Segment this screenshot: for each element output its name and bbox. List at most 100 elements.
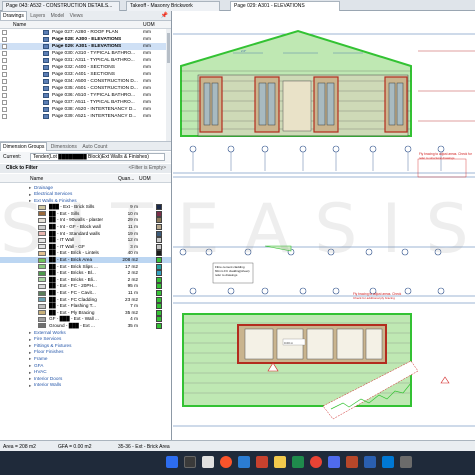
row-checkbox[interactable]	[2, 93, 7, 98]
drawing-row[interactable]: Page 038: A520 - INTERTENANCY D... mm	[0, 106, 171, 113]
tree-group[interactable]: ▸ Floor Finishes	[0, 349, 171, 356]
row-checkbox[interactable]	[2, 79, 7, 84]
drawing-row[interactable]: Page 033: A401 - SECTIONS mm	[0, 71, 171, 78]
drawing-row[interactable]: Page 030: A310 - TYPICAL BATHRO... mm	[0, 50, 171, 57]
tree-item[interactable]: ██ - Ext - Bricks - Bli... 2 m2	[0, 276, 171, 283]
excel-icon[interactable]	[292, 456, 304, 468]
item-color-box[interactable]	[156, 276, 162, 283]
column-uom[interactable]: UOM	[139, 176, 151, 182]
column-uom[interactable]: UOM	[143, 22, 155, 28]
row-checkbox[interactable]	[2, 86, 7, 91]
tree-group[interactable]: ▸ External Works	[0, 329, 171, 336]
item-color-box[interactable]	[156, 283, 162, 290]
tree-item[interactable]: ██ - IT Wall - GF 3 m	[0, 243, 171, 250]
row-checkbox[interactable]	[2, 37, 7, 42]
tab-dimensions[interactable]: Dimensions	[49, 143, 79, 151]
item-color-box[interactable]	[156, 210, 162, 217]
doc-tab-takeoff[interactable]: Takeoff - Masonry Brickwork	[126, 1, 220, 11]
drawing-row[interactable]: Page 035: A501 - CONSTRUCTION D... mm	[0, 85, 171, 92]
drawing-row[interactable]: Page 031: A311 - TYPICAL BATHRO... mm	[0, 57, 171, 64]
tab-layers[interactable]: Layers	[28, 12, 47, 20]
tree-group[interactable]: ▸ Frame	[0, 355, 171, 362]
drawing-row[interactable]: Page 039: A521 - INTERTENANCY D... mm	[0, 113, 171, 120]
folder-icon[interactable]	[274, 456, 286, 468]
column-name[interactable]: Name	[13, 22, 26, 28]
tree-item[interactable]: ██ - Ext - Brick Area 208 m2	[0, 256, 171, 264]
item-color-box[interactable]	[156, 204, 162, 211]
tree-item[interactable]: ██ - Ext - Flashing T... 7 m	[0, 303, 171, 310]
tree-item[interactable]: ██ - Ext - Bricks - Bl... 2 m2	[0, 270, 171, 277]
row-checkbox[interactable]	[2, 30, 7, 35]
row-checkbox[interactable]	[2, 107, 7, 112]
drawing-row[interactable]: Page 036: A510 - TYPICAL BATHRO... mm	[0, 92, 171, 99]
app-icon[interactable]	[256, 456, 268, 468]
column-quantity[interactable]: Quan...	[118, 176, 134, 182]
tree-item[interactable]: ██ - IT Wall 12 m	[0, 237, 171, 244]
tree-item[interactable]: ██ - Ext - FC - Cavit... 11 m	[0, 290, 171, 297]
tree-group[interactable]: ▸ HVAC	[0, 369, 171, 376]
drawing-row[interactable]: Page 028: A300 - ELEVATIONS mm	[0, 36, 171, 43]
drawing-row[interactable]: Page 029: A301 - ELEVATIONS mm	[0, 43, 171, 50]
item-color-box[interactable]	[156, 224, 162, 231]
tree-item[interactable]: ██ - Ext - FC - 20PH... 95 m	[0, 283, 171, 290]
row-checkbox[interactable]	[2, 44, 7, 49]
tree-group[interactable]: ▸ Drainage	[0, 184, 171, 191]
tree-item[interactable]: Ground - ███ - Ext ... 35 m	[0, 322, 171, 329]
start-icon[interactable]	[166, 456, 178, 468]
column-name[interactable]: Name	[30, 176, 43, 182]
item-color-box[interactable]	[156, 270, 162, 277]
drawing-canvas[interactable]: Fly bracing to adjust areas. Check for r…	[173, 11, 475, 440]
tree-item[interactable]: ██ - Ext - FC Cladding 23 m2	[0, 296, 171, 303]
drawings-scrollbar[interactable]	[166, 29, 171, 144]
tree-group[interactable]: ▸ Fittings & Fixtures	[0, 342, 171, 349]
item-color-box[interactable]	[156, 243, 162, 250]
item-color-box[interactable]	[156, 303, 162, 310]
item-color-box[interactable]	[156, 309, 162, 316]
tree-item[interactable]: ██ - Int - GF - Block wall 11 m	[0, 224, 171, 231]
row-checkbox[interactable]	[2, 100, 7, 105]
tab-auto-count[interactable]: Auto Count	[80, 143, 109, 151]
item-color-box[interactable]	[156, 263, 162, 270]
doc-tab-page-029[interactable]: Page 029: A301 - ELEVATIONS	[230, 1, 340, 11]
tab-drawings[interactable]: Drawings	[0, 11, 27, 20]
browser-icon[interactable]	[220, 456, 232, 468]
expand-icon[interactable]: ▸	[29, 383, 31, 389]
item-color-box[interactable]	[156, 230, 162, 237]
tab-dimension-groups[interactable]: Dimension Groups	[0, 142, 48, 151]
tree-item[interactable]: GF - ███ - Ext - Wall ... 4 m	[0, 316, 171, 323]
tree-group[interactable]: ▸ GFA	[0, 362, 171, 369]
item-color-box[interactable]	[156, 237, 162, 244]
row-checkbox[interactable]	[2, 65, 7, 70]
doc-tab-page-043[interactable]: Page 043: A532 - CONSTRUCTION DETAILS...	[2, 1, 120, 11]
tree-group[interactable]: ▸ Interior Doors	[0, 375, 171, 382]
word-icon[interactable]	[364, 456, 376, 468]
item-color-box[interactable]	[156, 290, 162, 296]
row-checkbox[interactable]	[2, 58, 7, 63]
scroll-thumb[interactable]	[167, 33, 170, 63]
chrome-icon[interactable]	[310, 456, 322, 468]
filter-label[interactable]: Click to Filter	[6, 165, 38, 171]
task-view-icon[interactable]	[202, 456, 214, 468]
app-icon[interactable]	[400, 456, 412, 468]
tab-views[interactable]: Views	[68, 12, 85, 20]
tree-group[interactable]: ▸ Fire Services	[0, 336, 171, 343]
drawing-row[interactable]: Page 037: A511 - TYPICAL BATHRO... mm	[0, 99, 171, 106]
drawing-row[interactable]: Page 034: A500 - CONSTRUCTION D... mm	[0, 78, 171, 85]
teams-icon[interactable]	[328, 456, 340, 468]
item-color-box[interactable]	[156, 296, 162, 303]
tree-group[interactable]: ▸ Interior Walls	[0, 382, 171, 389]
app-icon[interactable]	[238, 456, 250, 468]
tree-item[interactable]: ██ - Ext - Brick Slips ... 17 m2	[0, 263, 171, 270]
item-color-box[interactable]	[156, 257, 162, 264]
item-color-box[interactable]	[156, 322, 162, 329]
tab-model[interactable]: Model	[49, 12, 67, 20]
powerpoint-icon[interactable]	[346, 456, 358, 468]
pin-icon[interactable]: 📌	[161, 12, 168, 19]
item-color-box[interactable]	[156, 217, 162, 224]
tree-item[interactable]: ██ - Ext - Brick - Lintels 40 m	[0, 250, 171, 257]
tree-item[interactable]: ██ - Int - 90walls - plaster 29 m	[0, 217, 171, 224]
tree-item[interactable]: ██ - Int - Standard walls 19 m	[0, 230, 171, 237]
row-checkbox[interactable]	[2, 114, 7, 119]
tree-item[interactable]: ██ - Ext - Ply Bracing 35 m2	[0, 309, 171, 316]
tree-group[interactable]: ▸ Electrical Services	[0, 191, 171, 198]
